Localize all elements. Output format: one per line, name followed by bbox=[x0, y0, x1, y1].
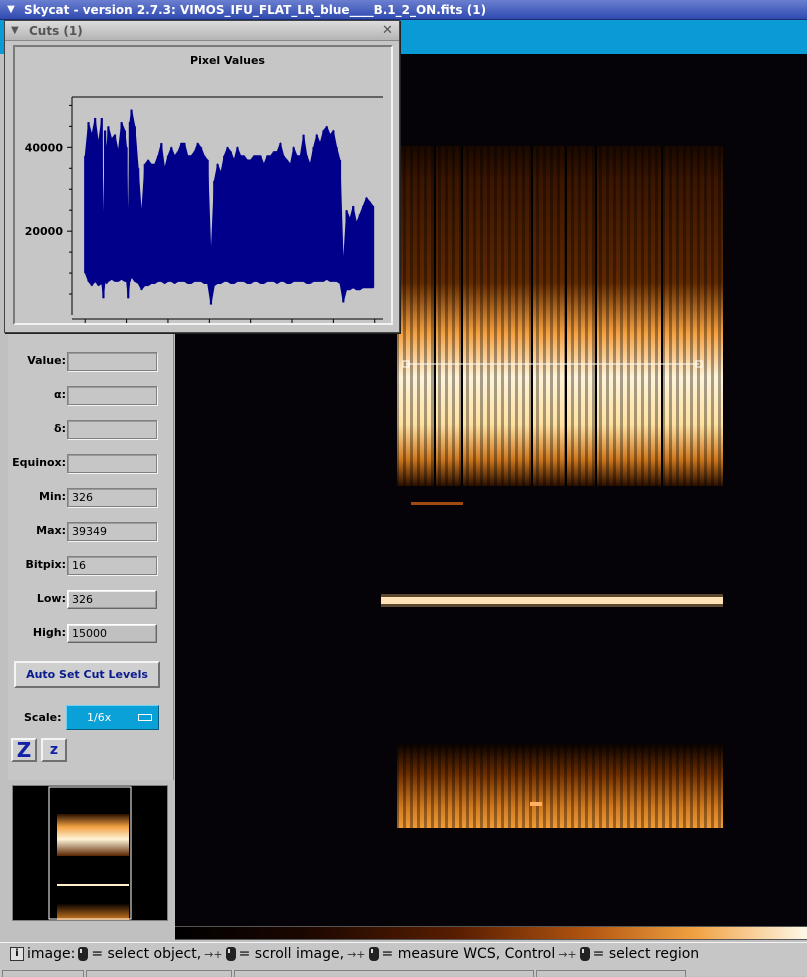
y-tick-label: 40000 bbox=[25, 141, 64, 154]
field-bitpix: Bitpix: 16 bbox=[8, 556, 174, 576]
field-max: Max: 39349 bbox=[8, 522, 174, 542]
gap-line bbox=[461, 146, 463, 486]
field-label: Max: bbox=[36, 524, 66, 537]
panner-line bbox=[57, 884, 129, 886]
gap-line bbox=[661, 146, 663, 486]
window-title: Skycat - version 2.7.3: VIMOS_IFU_FLAT_L… bbox=[24, 2, 487, 17]
gap-line bbox=[565, 146, 567, 486]
spectrum-block-lower-stripes bbox=[397, 744, 723, 828]
mouse-icon bbox=[78, 947, 89, 961]
field-label: δ: bbox=[54, 422, 66, 435]
high-cut-input[interactable]: 15000 bbox=[67, 624, 157, 643]
field-min-box: 326 bbox=[67, 488, 157, 507]
field-value: Value: bbox=[8, 352, 174, 372]
field-label: High: bbox=[32, 626, 66, 639]
field-dec-box bbox=[67, 420, 157, 439]
drag-arrow-icon: →+ bbox=[204, 947, 223, 961]
low-cut-input[interactable]: 326 bbox=[67, 590, 157, 609]
field-ra-box bbox=[67, 386, 157, 405]
field-label: Low: bbox=[36, 592, 66, 605]
status-part1: = select object, bbox=[91, 946, 202, 962]
gap-line bbox=[531, 146, 533, 486]
scale-select[interactable]: 1/6x bbox=[66, 705, 159, 730]
drag-arrow-icon: →+ bbox=[558, 947, 577, 961]
cuts-window-title-bar[interactable]: ▼ Cuts (1) ✕ bbox=[5, 21, 399, 41]
window-title-bar[interactable]: ▼ Skycat - version 2.7.3: VIMOS_IFU_FLAT… bbox=[0, 0, 807, 20]
field-max-box: 39349 bbox=[67, 522, 157, 541]
field-label: Min: bbox=[39, 490, 66, 503]
pixel-values-plot: Pixel Values2000040000050010001500 bbox=[13, 45, 393, 325]
field-label: α: bbox=[54, 388, 66, 401]
panner-image[interactable] bbox=[13, 786, 167, 920]
panner-block-lower bbox=[57, 904, 129, 920]
colorbar[interactable] bbox=[175, 926, 807, 940]
field-label: Value: bbox=[27, 354, 66, 367]
zoom-in-button[interactable]: Z bbox=[11, 738, 37, 762]
field-value-box bbox=[67, 352, 157, 371]
field-label: Bitpix: bbox=[25, 558, 66, 571]
field-low: Low: 326 bbox=[8, 590, 174, 610]
dropdown-indicator-icon bbox=[138, 714, 152, 721]
gap-line bbox=[595, 146, 597, 486]
window-menu-chevron-icon[interactable]: ▼ bbox=[11, 25, 25, 36]
gap-line bbox=[434, 146, 436, 486]
cuts-window[interactable]: ▼ Cuts (1) ✕ Pixel Values200004000005001… bbox=[4, 20, 400, 333]
status-line: i image: = select object, →+ = scroll im… bbox=[10, 946, 699, 962]
status-part3: = measure WCS, Control bbox=[381, 946, 556, 962]
window-menu-chevron-icon[interactable]: ▼ bbox=[4, 3, 18, 17]
close-icon[interactable]: ✕ bbox=[380, 23, 395, 38]
auto-set-cut-levels-button[interactable]: Auto Set Cut Levels bbox=[14, 661, 160, 688]
field-equinox: Equinox: bbox=[8, 454, 174, 474]
status-part2: = scroll image, bbox=[238, 946, 345, 962]
panner-thumbnail[interactable] bbox=[12, 785, 168, 921]
status-part4: = select region bbox=[592, 946, 700, 962]
mouse-icon bbox=[225, 947, 236, 961]
cuts-window-title: Cuts (1) bbox=[29, 23, 83, 38]
field-dec: δ: bbox=[8, 420, 174, 440]
faint-line bbox=[411, 502, 463, 505]
mouse-icon bbox=[368, 947, 379, 961]
drag-arrow-icon: →+ bbox=[347, 947, 366, 961]
chart-title: Pixel Values bbox=[190, 54, 265, 67]
status-prefix: image: bbox=[27, 946, 76, 962]
mouse-icon bbox=[579, 947, 590, 961]
status-bar: i image: = select object, →+ = scroll im… bbox=[0, 942, 807, 977]
spectrum-block-upper-stripes bbox=[397, 146, 723, 486]
plot-canvas: Pixel Values2000040000050010001500 bbox=[25, 54, 383, 323]
y-tick-label: 20000 bbox=[25, 225, 64, 238]
field-ra: α: bbox=[8, 386, 174, 406]
info-icon: i bbox=[10, 947, 24, 961]
scale-value: 1/6x bbox=[87, 711, 112, 724]
field-equinox-box bbox=[67, 454, 157, 473]
zoom-out-button[interactable]: z bbox=[41, 738, 67, 762]
panner-block-upper bbox=[57, 814, 129, 856]
lower-spot bbox=[530, 802, 542, 806]
field-high: High: 15000 bbox=[8, 624, 174, 644]
field-min: Min: 326 bbox=[8, 488, 174, 508]
scale-label: Scale: bbox=[24, 711, 62, 724]
field-label: Equinox: bbox=[12, 456, 66, 469]
field-bitpix-box: 16 bbox=[67, 556, 157, 575]
bright-emission-glow bbox=[381, 594, 723, 607]
